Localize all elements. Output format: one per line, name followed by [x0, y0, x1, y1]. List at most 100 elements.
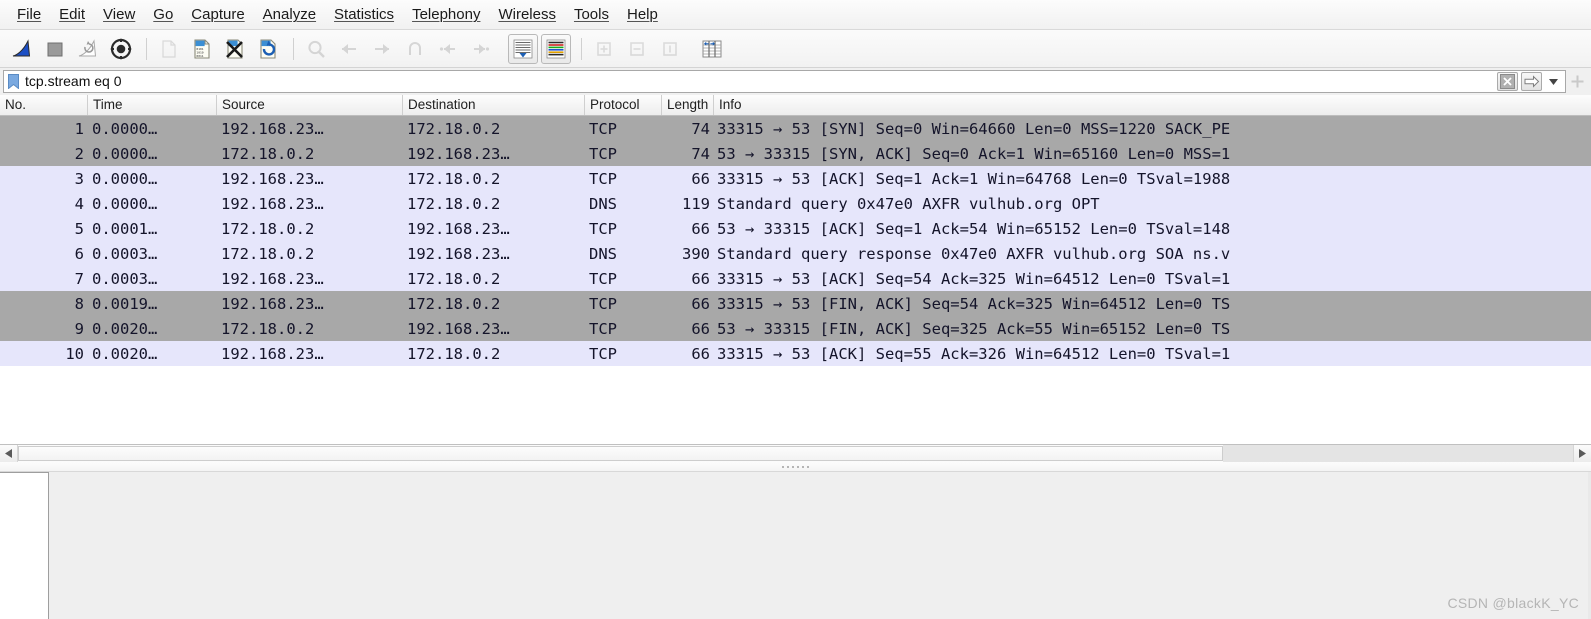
go-to-last-packet-button[interactable]: [466, 34, 496, 64]
menu-capture[interactable]: Capture: [182, 3, 253, 26]
packet-cell-no: 1: [74, 119, 84, 138]
zoom-out-button[interactable]: [622, 34, 652, 64]
column-header-destination[interactable]: Destination: [403, 95, 585, 115]
menu-go[interactable]: Go: [144, 3, 182, 26]
packet-row[interactable]: 2 0.0000… 172.18.0.2 192.168.23… TCP 74 53 → 3…: [0, 141, 1591, 166]
packet-row[interactable]: 8 0.0019… 192.168.23… 172.18.0.2 TCP 66 33315 …: [0, 291, 1591, 316]
packet-cell-protocol: TCP: [589, 119, 617, 138]
column-header-source[interactable]: Source: [217, 95, 403, 115]
svg-text:0011: 0011: [196, 53, 203, 57]
display-filter-bar: tcp.stream eq 0: [0, 68, 1591, 95]
packet-cell-destination: 172.18.0.2: [407, 344, 501, 363]
packet-cell-info: 33315 → 53 [ACK] Seq=54 Ack=325 Win=6451…: [717, 269, 1231, 288]
column-header-info[interactable]: Info: [714, 95, 1591, 115]
zoom-reset-button[interactable]: [655, 34, 685, 64]
packet-details-pane[interactable]: [0, 472, 49, 619]
find-packet-button[interactable]: [301, 34, 331, 64]
packet-cell-length: 119: [682, 194, 710, 213]
zoom-out-icon: [630, 41, 644, 56]
packet-cell-protocol: TCP: [589, 169, 617, 188]
column-header-no[interactable]: No.: [0, 95, 88, 115]
colorize-packets-button[interactable]: [541, 33, 571, 64]
packet-cell-time: 0.0000…: [92, 119, 158, 138]
packet-cell-source: 192.168.23…: [221, 294, 324, 313]
toolbar-separator-3: [581, 37, 582, 60]
packet-list[interactable]: No. Time Source Destination Protocol Length In…: [0, 95, 1591, 445]
menu-wireless[interactable]: Wireless: [489, 3, 565, 26]
scroll-right-button[interactable]: [1573, 444, 1591, 462]
filter-history-dropdown[interactable]: [1545, 72, 1561, 91]
go-to-packet-button[interactable]: [400, 34, 430, 64]
packet-bytes-pane[interactable]: [49, 472, 1591, 619]
packet-row[interactable]: 5 0.0001… 172.18.0.2 192.168.23… TCP 66 53 → 3…: [0, 216, 1591, 241]
hscroll-thumb[interactable]: [18, 445, 1223, 461]
pane-splitter[interactable]: [0, 462, 1591, 472]
start-capture-button[interactable]: [7, 34, 37, 64]
packet-row[interactable]: 1 0.0000… 192.168.23… 172.18.0.2 TCP 74 33315 …: [0, 116, 1591, 141]
resize-columns-button[interactable]: [697, 34, 727, 64]
packet-cell-length: 66: [691, 169, 710, 188]
go-to-first-packet-button[interactable]: [433, 34, 463, 64]
menu-help[interactable]: Help: [618, 3, 667, 26]
close-file-icon: [226, 38, 243, 59]
packet-row[interactable]: 4 0.0000… 192.168.23… 172.18.0.2 DNS 119 Stand…: [0, 191, 1591, 216]
display-filter-input[interactable]: tcp.stream eq 0: [3, 70, 1566, 93]
auto-scroll-button[interactable]: [508, 33, 538, 64]
scroll-left-button[interactable]: [0, 444, 18, 462]
apply-filter-button[interactable]: [1521, 72, 1542, 91]
menu-edit[interactable]: Edit: [50, 3, 94, 26]
toolbar-separator-2: [293, 37, 294, 60]
menu-statistics[interactable]: Statistics: [325, 3, 403, 26]
packet-cell-source: 192.168.23…: [221, 119, 324, 138]
hscroll-trough: [1223, 444, 1573, 462]
toolbar-separator-1: [146, 37, 147, 60]
go-back-icon: [342, 43, 356, 54]
menu-tools[interactable]: Tools: [565, 3, 618, 26]
packet-cell-source: 192.168.23…: [221, 194, 324, 213]
hscroll-track[interactable]: [18, 444, 1573, 462]
packet-cell-no: 6: [74, 244, 84, 263]
column-header-time[interactable]: Time: [88, 95, 217, 115]
clear-filter-button[interactable]: [1497, 72, 1518, 91]
go-forward-button[interactable]: [367, 34, 397, 64]
packet-list-hscrollbar[interactable]: [0, 444, 1591, 462]
packet-cell-source: 172.18.0.2: [221, 219, 315, 238]
packet-cell-source: 172.18.0.2: [221, 144, 315, 163]
packet-cell-length: 66: [691, 319, 710, 338]
zoom-in-button[interactable]: [589, 34, 619, 64]
packet-cell-destination: 192.168.23…: [407, 219, 510, 238]
packet-row[interactable]: 9 0.0020… 172.18.0.2 192.168.23… TCP 66 53 → 3…: [0, 316, 1591, 341]
add-filter-button[interactable]: [1566, 70, 1588, 93]
packet-cell-no: 9: [74, 319, 84, 338]
open-file-button[interactable]: [154, 34, 184, 64]
go-back-button[interactable]: [334, 34, 364, 64]
menu-file[interactable]: File: [8, 3, 50, 26]
packet-cell-info: 33315 → 53 [FIN, ACK] Seq=54 Ack=325 Win…: [717, 294, 1231, 313]
bookmark-icon[interactable]: [8, 74, 19, 89]
packet-cell-source: 192.168.23…: [221, 169, 324, 188]
reload-file-button[interactable]: [253, 34, 283, 64]
menu-analyze[interactable]: Analyze: [254, 3, 325, 26]
packet-row[interactable]: 10 0.0020… 192.168.23… 172.18.0.2 TCP 66 33315…: [0, 341, 1591, 366]
display-filter-text[interactable]: tcp.stream eq 0: [25, 71, 1497, 92]
column-header-length[interactable]: Length: [662, 95, 714, 115]
packet-row[interactable]: 6 0.0003… 172.18.0.2 192.168.23… DNS 390 Stand…: [0, 241, 1591, 266]
column-header-protocol[interactable]: Protocol: [585, 95, 662, 115]
open-file-icon: [162, 39, 176, 58]
packet-cell-source: 192.168.23…: [221, 269, 324, 288]
packet-cell-protocol: TCP: [589, 344, 617, 363]
stop-capture-button[interactable]: [40, 34, 70, 64]
menu-view[interactable]: View: [94, 3, 144, 26]
packet-list-rows[interactable]: 1 0.0000… 192.168.23… 172.18.0.2 TCP 74 33315 …: [0, 116, 1591, 366]
close-file-button[interactable]: [220, 34, 250, 64]
packet-cell-time: 0.0020…: [92, 319, 158, 338]
packet-row[interactable]: 7 0.0003… 192.168.23… 172.18.0.2 TCP 66 33315 …: [0, 266, 1591, 291]
packet-row[interactable]: 3 0.0000… 192.168.23… 172.18.0.2 TCP 66 33315 …: [0, 166, 1591, 191]
chevron-down-icon: [1548, 78, 1558, 85]
menu-telephony[interactable]: Telephony: [403, 3, 489, 26]
packet-cell-no: 10: [65, 344, 84, 363]
packet-list-header: No. Time Source Destination Protocol Length In…: [0, 95, 1591, 116]
save-file-button[interactable]: 0101 1010 0011: [187, 34, 217, 64]
capture-options-button[interactable]: [106, 34, 136, 64]
restart-capture-button[interactable]: [73, 34, 103, 64]
